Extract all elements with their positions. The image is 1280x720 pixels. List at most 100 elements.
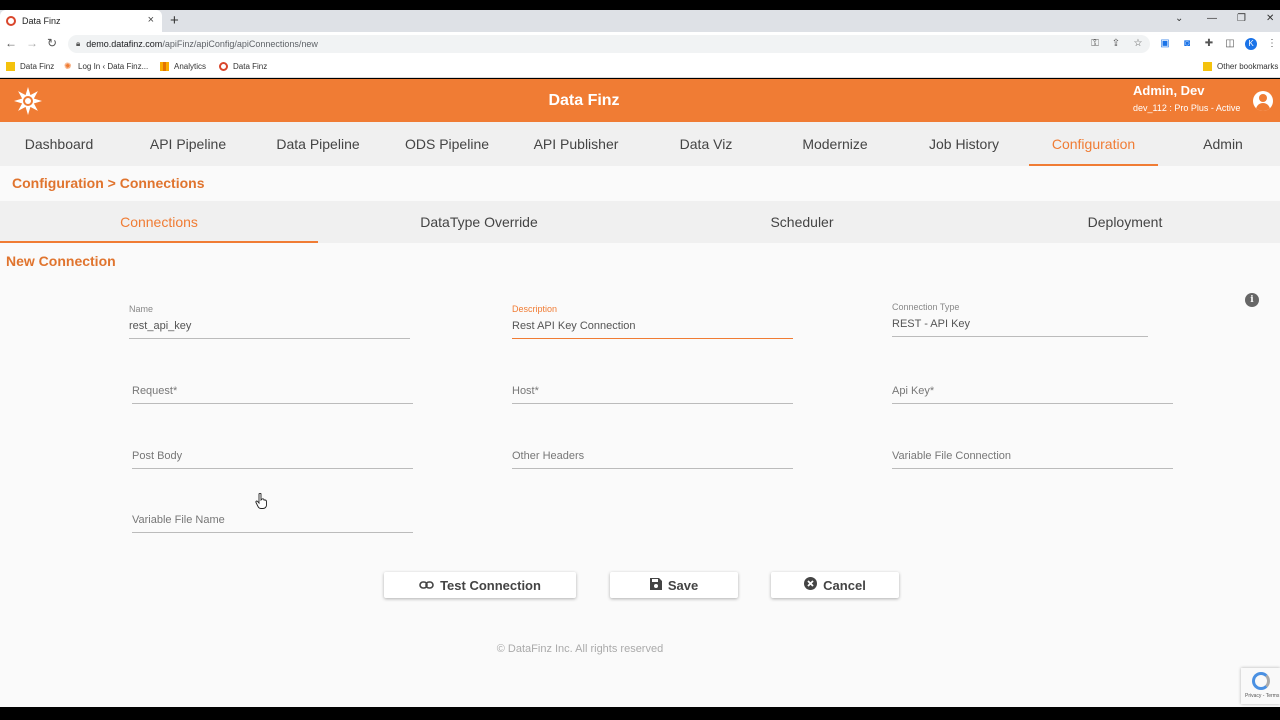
browser-toolbar: ← → ↻ 🔒︎ demo.datafinz.com/apiFinz/apiCo… [0, 32, 1280, 56]
bookmark-item[interactable]: Data Finz [6, 62, 54, 71]
forward-icon[interactable]: → [26, 36, 38, 50]
request-placeholder: Request* [132, 385, 178, 397]
name-label: Name [129, 304, 154, 314]
recaptcha-badge[interactable]: Privacy - Terms [1241, 668, 1280, 704]
recaptcha-icon [1252, 672, 1270, 690]
bookmark-item[interactable]: Analytics [160, 62, 206, 71]
tab-deployment[interactable]: Deployment [966, 201, 1280, 243]
nav-item-modernize[interactable]: Modernize [776, 122, 894, 166]
user-account-icon[interactable] [1253, 91, 1273, 111]
other-bookmarks[interactable]: Other bookmarks [1203, 62, 1278, 71]
app: Data Finz Admin, Dev dev_112 : Pro Plus … [0, 79, 1280, 707]
nav-item-admin[interactable]: Admin [1164, 122, 1280, 166]
nav-item-ods-pipeline[interactable]: ODS Pipeline [388, 122, 506, 166]
test-connection-button[interactable]: Test Connection [384, 572, 576, 598]
address-bar[interactable]: 🔒︎ demo.datafinz.com/apiFinz/apiConfig/a… [68, 35, 1150, 53]
bookmark-label: Data Finz [20, 62, 55, 71]
bookmark-label: Log In ‹ Data Finz... [78, 62, 149, 71]
link-icon [419, 578, 434, 593]
app-header: Data Finz Admin, Dev dev_112 : Pro Plus … [0, 79, 1280, 122]
info-icon[interactable]: i [1245, 293, 1259, 307]
app-title: Data Finz [548, 92, 620, 109]
api-key-field[interactable]: Api Key* [892, 385, 1173, 404]
user-name: Admin, Dev [1133, 83, 1205, 98]
user-info: Admin, Dev dev_112 : Pro Plus - Active [1133, 83, 1240, 113]
screen: Data Finz × + ⌄ — ❐ ✕ ← → ↻ 🔒︎ demo.data… [0, 0, 1280, 720]
close-tab-icon[interactable]: × [148, 14, 154, 26]
description-field[interactable]: Description Rest API Key Connection [512, 304, 793, 339]
tab-datatype-override[interactable]: DataType Override [320, 201, 638, 243]
profile-avatar[interactable]: K [1245, 38, 1257, 50]
back-icon[interactable]: ← [5, 36, 17, 50]
url-path: /apiFinz/apiConfig/apiConnections/new [162, 39, 318, 49]
tab-scheduler[interactable]: Scheduler [643, 201, 961, 243]
name-field[interactable]: Name rest_api_key [129, 304, 410, 339]
analytics-icon [160, 62, 169, 71]
puzzle-icon[interactable]: ✚ [1203, 38, 1215, 50]
variable-file-connection-placeholder: Variable File Connection [892, 450, 1012, 462]
request-field[interactable]: Request* [132, 385, 413, 404]
sub-tabs: Connections DataType Override Scheduler … [0, 201, 1280, 243]
bookmarks-bar: Data Finz ✺ Log In ‹ Data Finz... Analyt… [0, 56, 1280, 78]
other-bookmarks-label: Other bookmarks [1217, 62, 1279, 71]
description-label: Description [512, 304, 558, 314]
bookmark-item[interactable]: Data Finz [219, 62, 267, 71]
host-placeholder: Host* [512, 385, 539, 397]
new-tab-button[interactable]: + [170, 12, 179, 29]
bookmark-star-icon[interactable]: ☆ [1132, 38, 1144, 50]
section-title: New Connection [6, 253, 116, 269]
datafinz-favicon-icon [219, 62, 228, 71]
save-button[interactable]: Save [610, 572, 738, 598]
nav-item-api-publisher[interactable]: API Publisher [517, 122, 635, 166]
reload-icon[interactable]: ↻ [47, 36, 57, 50]
nav-item-api-pipeline[interactable]: API Pipeline [129, 122, 247, 166]
extension-icon[interactable]: ▣ [1159, 38, 1171, 50]
connection-type-field[interactable]: Connection Type REST - API Key [892, 302, 1148, 337]
browser-tab-title: Data Finz [22, 16, 61, 26]
share-icon[interactable]: ⇪ [1110, 38, 1122, 50]
datafinz-favicon-icon [6, 16, 16, 26]
breadcrumb[interactable]: Configuration > Connections [12, 175, 205, 191]
save-icon [649, 577, 662, 593]
folder-icon [1203, 62, 1212, 71]
bookmark-label: Data Finz [233, 62, 268, 71]
recaptcha-links[interactable]: Privacy - Terms [1245, 693, 1279, 699]
key-icon[interactable]: ⚿ [1089, 38, 1101, 50]
nav-item-configuration[interactable]: Configuration [1029, 122, 1158, 166]
bookmark-item[interactable]: ✺ Log In ‹ Data Finz... [64, 62, 149, 72]
browser-tab[interactable]: Data Finz × [0, 10, 162, 32]
menu-kebab-icon[interactable]: ⋮ [1266, 38, 1278, 50]
nav-item-dashboard[interactable]: Dashboard [0, 122, 118, 166]
connection-type-label: Connection Type [892, 302, 960, 312]
zoom-extension-icon[interactable]: ◙ [1181, 38, 1193, 50]
window-close-icon[interactable]: ✕ [1266, 13, 1274, 24]
connection-type-value: REST - API Key [892, 318, 971, 330]
nav-item-job-history[interactable]: Job History [905, 122, 1023, 166]
folder-icon [6, 62, 15, 71]
tab-connections[interactable]: Connections [0, 201, 318, 243]
name-value: rest_api_key [129, 320, 192, 332]
bookmark-label: Analytics [174, 62, 207, 71]
api-key-placeholder: Api Key* [892, 385, 935, 397]
url-host: demo.datafinz.com [86, 39, 163, 49]
variable-file-connection-field[interactable]: Variable File Connection [892, 450, 1173, 469]
restore-icon[interactable]: ❐ [1237, 13, 1246, 24]
post-body-placeholder: Post Body [132, 450, 183, 462]
cancel-icon [804, 577, 818, 593]
host-field[interactable]: Host* [512, 385, 793, 404]
tab-search-icon[interactable]: ⌄ [1175, 13, 1183, 24]
test-connection-label: Test Connection [440, 577, 541, 593]
cancel-button[interactable]: Cancel [771, 572, 899, 598]
hand-cursor-icon [255, 493, 267, 509]
footer-copyright: © DataFinz Inc. All rights reserved [496, 643, 664, 655]
lock-icon: 🔒︎ [76, 39, 81, 48]
side-panel-icon[interactable]: ◫ [1224, 38, 1236, 50]
variable-file-name-field[interactable]: Variable File Name [132, 514, 413, 533]
minimize-icon[interactable]: — [1207, 13, 1217, 24]
post-body-field[interactable]: Post Body [132, 450, 413, 469]
save-label: Save [667, 577, 699, 593]
nav-item-data-viz[interactable]: Data Viz [647, 122, 765, 166]
other-headers-field[interactable]: Other Headers [512, 450, 793, 469]
main-nav: Dashboard API Pipeline Data Pipeline ODS… [0, 122, 1280, 166]
nav-item-data-pipeline[interactable]: Data Pipeline [259, 122, 377, 166]
